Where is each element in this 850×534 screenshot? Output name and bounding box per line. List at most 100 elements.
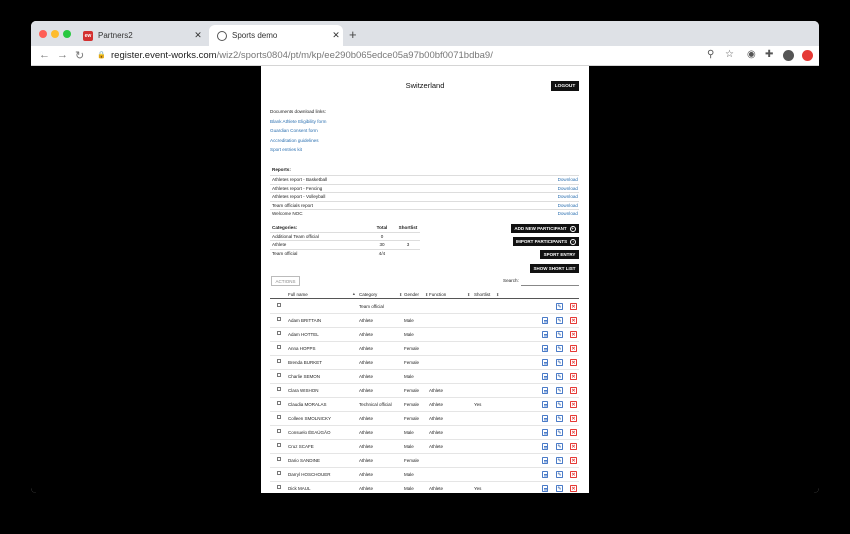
import-participants-button[interactable]: IMPORT PARTICIPANTS › xyxy=(513,237,579,246)
delete-icon[interactable]: ✕ xyxy=(570,373,577,380)
address-bar[interactable]: register.event-works.com/wiz2/sports0804… xyxy=(111,50,493,61)
delete-icon[interactable]: ✕ xyxy=(570,415,577,422)
row-checkbox[interactable] xyxy=(277,359,281,363)
delete-icon[interactable]: ✕ xyxy=(570,387,577,394)
delete-icon[interactable]: ✕ xyxy=(570,443,577,450)
edit-icon[interactable]: ✎ xyxy=(556,317,563,324)
new-tab-icon[interactable]: + xyxy=(349,27,357,42)
delete-icon[interactable]: ✕ xyxy=(570,401,577,408)
document-icon[interactable] xyxy=(542,401,548,408)
row-checkbox[interactable] xyxy=(277,373,281,377)
row-checkbox[interactable] xyxy=(277,429,281,433)
col-category[interactable]: Category ⬍ xyxy=(359,292,402,297)
show-short-list-button[interactable]: SHOW SHORT LIST xyxy=(530,264,579,273)
delete-icon[interactable]: ✕ xyxy=(570,303,577,310)
doc-link-guardian[interactable]: Guardian Consent form xyxy=(270,128,318,133)
col-gender[interactable]: Gender ⬍ xyxy=(404,292,428,297)
doc-link-accreditation[interactable]: Accreditation guidelines xyxy=(270,138,319,143)
extension-circle-icon[interactable]: ◉ xyxy=(747,49,756,60)
edit-icon[interactable]: ✎ xyxy=(556,471,563,478)
search-input[interactable] xyxy=(521,278,579,286)
row-gender: Female xyxy=(404,416,420,421)
download-link[interactable]: Download xyxy=(558,194,579,199)
row-checkbox[interactable] xyxy=(277,303,281,307)
delete-icon[interactable]: ✕ xyxy=(570,429,577,436)
document-icon[interactable] xyxy=(542,345,548,352)
edit-icon[interactable]: ✎ xyxy=(556,345,563,352)
close-tab-icon[interactable]: ✕ xyxy=(329,30,343,41)
document-icon[interactable] xyxy=(542,443,548,450)
download-link[interactable]: Download xyxy=(558,211,579,216)
tab-sports-demo[interactable]: Sports demo ✕ xyxy=(209,25,343,46)
edit-icon[interactable]: ✎ xyxy=(556,415,563,422)
doc-link-eligibility[interactable]: Blank Athlete Eligibility form xyxy=(270,119,326,124)
delete-icon[interactable]: ✕ xyxy=(570,457,577,464)
actions-button[interactable]: ACTIONS xyxy=(271,276,300,286)
col-function[interactable]: Function ⬍ xyxy=(429,292,470,297)
tab-partners2[interactable]: ew Partners2 ✕ xyxy=(77,25,205,46)
download-link[interactable]: Download xyxy=(558,186,579,191)
bookmark-star-icon[interactable]: ☆ xyxy=(725,49,734,60)
delete-icon[interactable]: ✕ xyxy=(570,345,577,352)
delete-icon[interactable]: ✕ xyxy=(570,485,577,492)
close-tab-icon[interactable]: ✕ xyxy=(191,30,205,41)
delete-icon[interactable]: ✕ xyxy=(570,471,577,478)
document-icon[interactable] xyxy=(542,485,548,492)
red-extension-icon[interactable] xyxy=(802,50,813,61)
sort-up-icon: ▲ xyxy=(352,292,356,296)
logout-button[interactable]: LOGOUT xyxy=(551,81,579,91)
row-checkbox[interactable] xyxy=(277,485,281,489)
reload-icon[interactable]: ↻ xyxy=(75,49,84,62)
document-icon[interactable] xyxy=(542,429,548,436)
document-icon[interactable] xyxy=(542,415,548,422)
back-icon[interactable]: ← xyxy=(39,49,50,61)
maximize-window-button[interactable] xyxy=(63,30,71,38)
report-row: Welcome NOC Download xyxy=(270,209,579,218)
close-window-button[interactable] xyxy=(39,30,47,38)
document-icon[interactable] xyxy=(542,317,548,324)
globe-icon xyxy=(217,30,227,41)
profile-avatar-icon[interactable] xyxy=(783,50,794,61)
minimize-window-button[interactable] xyxy=(51,30,59,38)
edit-icon[interactable]: ✎ xyxy=(556,331,563,338)
document-icon[interactable] xyxy=(542,387,548,394)
delete-icon[interactable]: ✕ xyxy=(570,359,577,366)
col-full-name[interactable]: Full name ▲ xyxy=(288,292,356,297)
sport-entry-button[interactable]: SPORT ENTRY xyxy=(540,250,579,259)
delete-icon[interactable]: ✕ xyxy=(570,331,577,338)
lock-icon[interactable]: 🔒 xyxy=(97,51,106,59)
edit-icon[interactable]: ✎ xyxy=(556,359,563,366)
edit-icon[interactable]: ✎ xyxy=(556,443,563,450)
document-icon[interactable] xyxy=(542,331,548,338)
puzzle-icon[interactable]: ✚ xyxy=(765,49,773,60)
edit-icon[interactable]: ✎ xyxy=(556,485,563,492)
row-checkbox[interactable] xyxy=(277,415,281,419)
edit-icon[interactable]: ✎ xyxy=(556,401,563,408)
row-checkbox[interactable] xyxy=(277,401,281,405)
document-icon[interactable] xyxy=(542,359,548,366)
forward-icon[interactable]: → xyxy=(57,49,68,61)
edit-icon[interactable]: ✎ xyxy=(556,429,563,436)
sort-icon: ⬍ xyxy=(496,293,500,297)
edit-icon[interactable]: ✎ xyxy=(556,387,563,394)
doc-link-sport-entries[interactable]: Sport entries kit xyxy=(270,147,302,152)
edit-icon[interactable]: ✎ xyxy=(556,303,563,310)
row-checkbox[interactable] xyxy=(277,443,281,447)
col-shortlist[interactable]: Shortlist ⬍ xyxy=(474,292,499,297)
row-checkbox[interactable] xyxy=(277,345,281,349)
row-checkbox[interactable] xyxy=(277,387,281,391)
download-link[interactable]: Download xyxy=(558,177,579,182)
row-checkbox[interactable] xyxy=(277,457,281,461)
add-participant-button[interactable]: ADD NEW PARTICIPANT + xyxy=(511,224,579,233)
edit-icon[interactable]: ✎ xyxy=(556,373,563,380)
row-checkbox[interactable] xyxy=(277,471,281,475)
document-icon[interactable] xyxy=(542,457,548,464)
row-checkbox[interactable] xyxy=(277,331,281,335)
edit-icon[interactable]: ✎ xyxy=(556,457,563,464)
row-checkbox[interactable] xyxy=(277,317,281,321)
document-icon[interactable] xyxy=(542,471,548,478)
download-link[interactable]: Download xyxy=(558,203,579,208)
zoom-icon[interactable]: ⚲ xyxy=(707,49,714,60)
document-icon[interactable] xyxy=(542,373,548,380)
delete-icon[interactable]: ✕ xyxy=(570,317,577,324)
